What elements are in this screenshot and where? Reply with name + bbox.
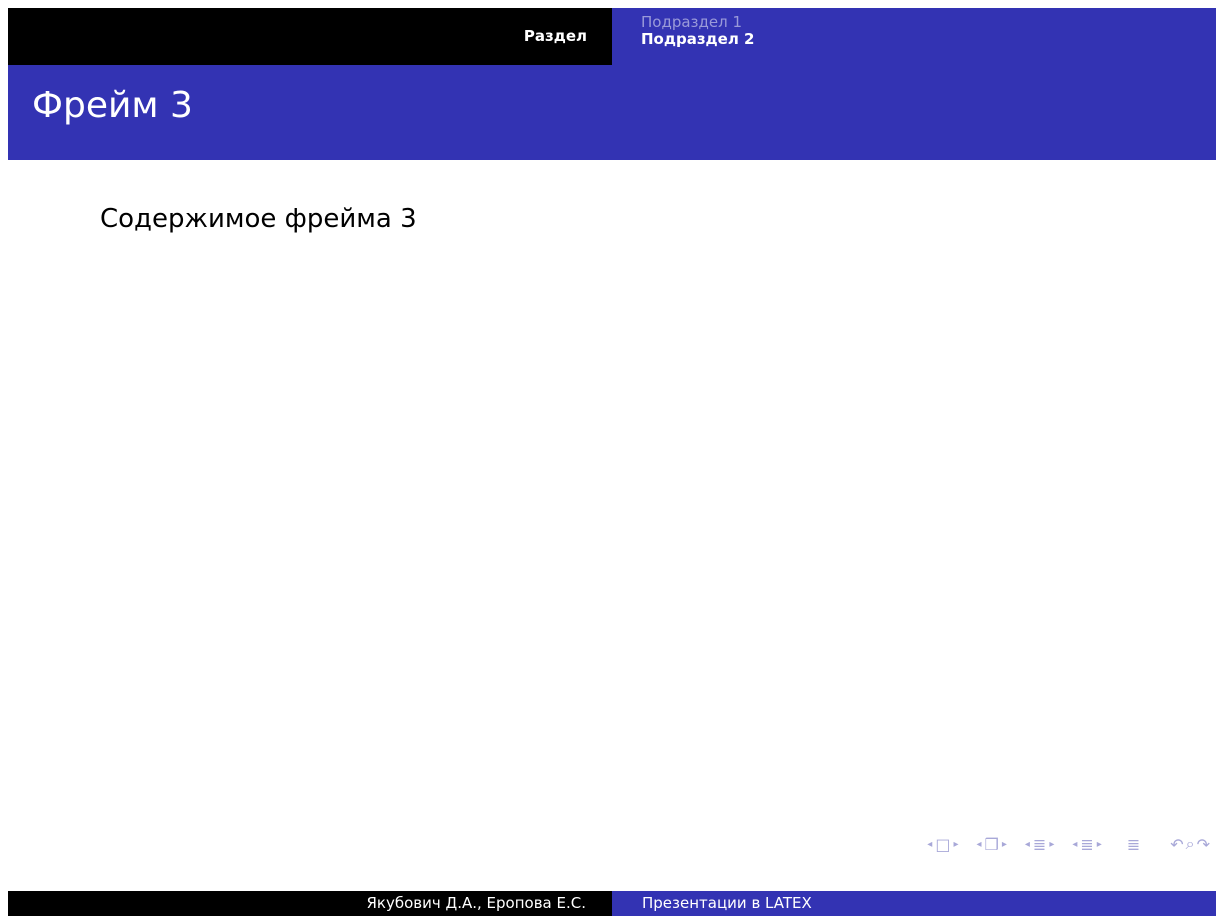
footer-title-box: Презентации в LATEX <box>612 891 1216 916</box>
search-icon[interactable]: ⌕ <box>1186 834 1195 854</box>
frame-title-bar: Фрейм 3 <box>8 65 1216 160</box>
footer: Якубович Д.А., Еропова Е.С. Презентации … <box>8 891 1216 916</box>
section-nav-icon[interactable]: ◂ ≣ ▸ <box>1022 835 1057 854</box>
subsection-nav-icon[interactable]: ◂ ❒ ▸ <box>973 835 1009 854</box>
frame-nav-icon[interactable]: ◂ □ ▸ <box>924 835 961 854</box>
section-navigation: Раздел <box>8 8 612 65</box>
navigation-symbols: ◂ □ ▸ ◂ ❒ ▸ ◂ ≣ ▸ ◂ ≣ ▸ ≣ ↶ ⌕ ↷ <box>912 834 1210 854</box>
footer-author-box: Якубович Д.А., Еропова Е.С. <box>8 891 612 916</box>
subsection-list: Подраздел 1 Подраздел 2 <box>641 14 754 48</box>
frame-title: Фрейм 3 <box>32 85 193 126</box>
footer-authors: Якубович Д.А., Еропова Е.С. <box>366 894 586 912</box>
subsection-link-2[interactable]: Подраздел 2 <box>641 31 754 48</box>
subsection-link-1[interactable]: Подраздел 1 <box>641 14 754 31</box>
forward-icon[interactable]: ↷ <box>1197 835 1210 854</box>
frame-content: Содержимое фрейма 3 <box>100 204 417 234</box>
subsection-navigation: Подраздел 1 Подраздел 2 <box>612 8 1216 65</box>
slide: Раздел Подраздел 1 Подраздел 2 Фрейм 3 С… <box>8 8 1216 916</box>
footer-presentation-title: Презентации в LATEX <box>642 894 812 912</box>
subsection-list-nav-icon[interactable]: ◂ ≣ ▸ <box>1069 835 1104 854</box>
header-navigation: Раздел Подраздел 1 Подраздел 2 <box>8 8 1216 65</box>
toc-icon[interactable]: ≣ <box>1127 835 1140 854</box>
section-link[interactable]: Раздел <box>524 27 587 45</box>
back-icon[interactable]: ↶ <box>1170 835 1183 854</box>
